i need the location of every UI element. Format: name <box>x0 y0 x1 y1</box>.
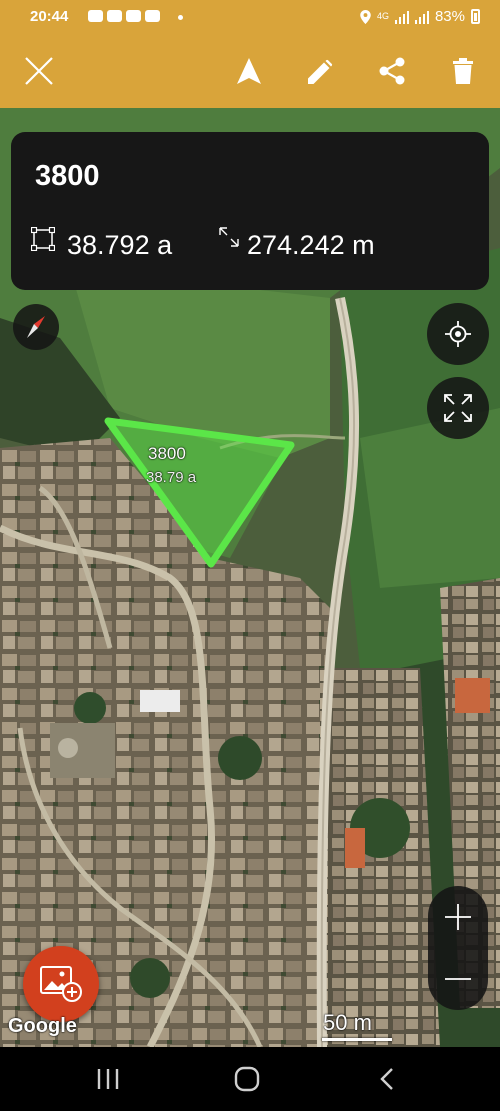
youtube-icon <box>126 10 141 22</box>
map-scale-bar <box>322 1038 392 1041</box>
signal-icon <box>394 10 409 24</box>
compass-button[interactable] <box>13 304 59 350</box>
navigate-button[interactable] <box>224 46 274 96</box>
fit-bounds-button[interactable] <box>427 377 489 439</box>
edit-button[interactable] <box>296 46 346 96</box>
status-time: 20:44 <box>30 8 69 25</box>
measurement-card[interactable]: 3800 38.792 a 274.242 m <box>11 132 489 290</box>
network-type: 4G <box>376 11 389 21</box>
add-photo-button[interactable] <box>23 946 99 1022</box>
home-button[interactable] <box>222 1057 272 1101</box>
edit-icon <box>308 59 333 84</box>
battery-icon <box>471 9 480 24</box>
delete-icon <box>453 58 473 84</box>
zoom-out-icon <box>445 978 471 980</box>
polygon-area: 38.79 a <box>146 469 197 486</box>
status-right: 4G 83% <box>360 8 480 25</box>
delete-button[interactable] <box>438 46 488 96</box>
signal-icon <box>414 10 429 24</box>
home-icon <box>234 1066 260 1092</box>
youtube-icon <box>107 10 122 22</box>
recent-apps-icon <box>97 1069 119 1089</box>
perimeter-icon <box>219 227 239 247</box>
close-button[interactable] <box>14 46 64 96</box>
back-icon <box>380 1068 393 1090</box>
map-scale-label: 50 m <box>323 1010 372 1035</box>
zoom-out-button[interactable] <box>428 948 488 1010</box>
area-value: 38.792 a <box>67 230 173 260</box>
compass-icon <box>27 316 45 338</box>
message-icon <box>88 10 103 22</box>
polygon-title: 3800 <box>148 444 186 463</box>
share-icon <box>379 57 405 85</box>
fullscreen-icon <box>444 394 472 422</box>
add-photo-icon <box>40 966 82 1002</box>
navigate-icon <box>237 58 261 84</box>
system-nav-bar <box>0 1047 500 1111</box>
location-icon <box>360 9 371 24</box>
perimeter-value: 274.242 m <box>247 230 375 260</box>
my-location-button[interactable] <box>427 303 489 365</box>
area-icon <box>31 227 55 251</box>
zoom-in-icon <box>445 904 471 930</box>
status-bar: 20:44 4G 83% <box>0 0 500 34</box>
google-attribution: Google <box>8 1015 77 1037</box>
back-button[interactable] <box>362 1057 412 1101</box>
toolbar <box>0 34 500 108</box>
zoom-in-button[interactable] <box>428 886 488 948</box>
recent-apps-button[interactable] <box>83 1057 133 1101</box>
share-button[interactable] <box>367 46 417 96</box>
youtube-icon <box>145 10 160 22</box>
zoom-controls <box>428 886 488 1010</box>
more-notifications-icon <box>178 15 183 20</box>
battery-percent: 83% <box>434 8 465 25</box>
card-title: 3800 <box>35 160 100 192</box>
notification-icons <box>88 10 160 22</box>
close-icon <box>25 57 53 85</box>
my-location-icon <box>445 321 471 347</box>
